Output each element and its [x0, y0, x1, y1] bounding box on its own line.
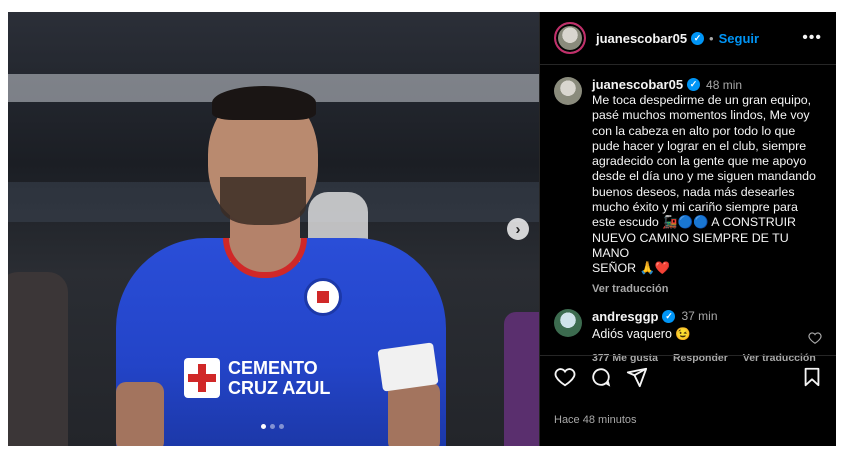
share-send-icon[interactable]: [626, 366, 648, 388]
separator-dot: •: [709, 30, 714, 46]
captain-armband: [377, 342, 439, 392]
comment-time: 37 min: [681, 309, 718, 324]
comment-avatar[interactable]: [554, 308, 582, 337]
sponsor-line-1: CEMENTO: [228, 358, 318, 378]
follow-button[interactable]: Seguir: [719, 31, 759, 46]
instagram-post-modal: CEMENTO CRUZ AZUL › juanescobar05 ✓ • Se…: [8, 12, 836, 446]
more-options-icon[interactable]: •••: [802, 29, 822, 47]
comment-bubble-icon[interactable]: [590, 366, 612, 388]
background-person-left: [8, 272, 68, 446]
post-header: juanescobar05 ✓ • Seguir •••: [540, 12, 836, 65]
caption-time: 48 min: [706, 77, 743, 92]
post-timestamp: Hace 48 minutos: [554, 414, 637, 426]
sponsor-line-2: CRUZ AZUL: [228, 378, 331, 398]
cross-logo: [184, 358, 220, 398]
author-avatar[interactable]: [554, 22, 586, 54]
author-username[interactable]: juanescobar05: [596, 31, 687, 46]
caption: juanescobar05 ✓ 48 min Me toca despedirm…: [540, 65, 836, 295]
background-person-right: [504, 312, 539, 446]
caption-avatar[interactable]: [554, 77, 582, 105]
caption-username[interactable]: juanescobar05: [592, 77, 683, 92]
verified-badge-icon: ✓: [687, 78, 701, 91]
chevron-right-icon: ›: [515, 220, 521, 238]
carousel-next-button[interactable]: ›: [507, 218, 529, 240]
caption-text: Me toca despedirme de un gran equipo, pa…: [592, 93, 816, 276]
club-crest: [304, 278, 342, 316]
comment-text: Adiós vaquero 😉: [592, 326, 691, 341]
carousel-dot: [279, 424, 284, 429]
caption-see-translation[interactable]: Ver traducción: [592, 283, 822, 295]
carousel-dots: [261, 424, 284, 429]
carousel-dot: [261, 424, 266, 429]
comment-username[interactable]: andresggp: [592, 309, 658, 324]
comment-item: andresggp ✓ 37 min Adiós vaquero 😉 377 M…: [540, 295, 836, 364]
verified-badge-icon: ✓: [662, 309, 676, 323]
verified-badge-icon: ✓: [691, 31, 705, 45]
save-bookmark-icon[interactable]: [801, 366, 823, 388]
comment-like-heart-icon[interactable]: [808, 331, 822, 345]
post-side-panel: juanescobar05 ✓ • Seguir ••• juanescobar…: [539, 12, 836, 446]
post-photo: CEMENTO CRUZ AZUL ›: [8, 12, 539, 446]
like-heart-icon[interactable]: [554, 366, 576, 388]
post-actions: [540, 355, 836, 388]
jersey-sponsor: CEMENTO CRUZ AZUL: [184, 352, 344, 404]
carousel-dot: [270, 424, 275, 429]
